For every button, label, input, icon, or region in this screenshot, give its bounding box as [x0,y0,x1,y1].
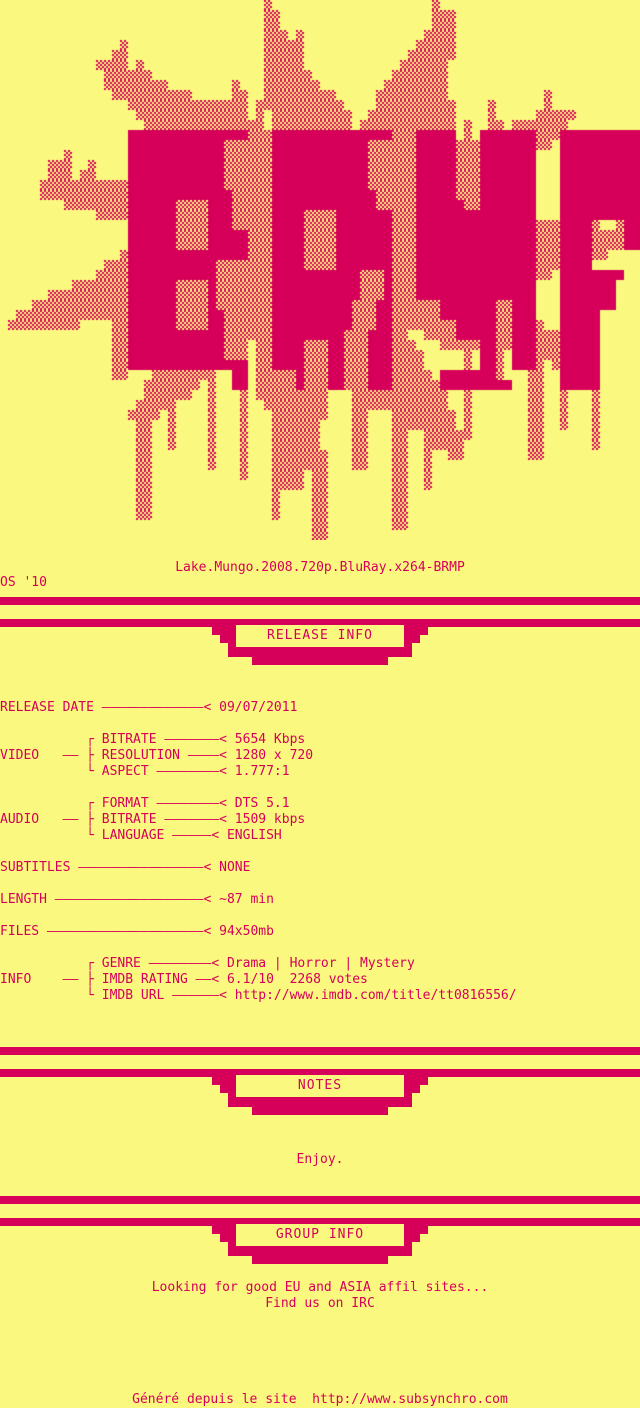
section-label: RELEASE INFO [236,625,404,647]
row-spacer [0,780,640,796]
row-spacer [0,844,640,860]
section-banner-release-info: RELEASE INFO [0,619,640,665]
section-banner-notes: NOTES [0,1069,640,1115]
section-label: GROUP INFO [236,1224,404,1246]
info-row: VIDEO —— ├ RESOLUTION ————< 1280 x 720 [0,748,314,763]
group-info-line-1: Looking for good EU and ASIA affil sites… [151,1280,489,1295]
banner-step [212,1077,228,1085]
divider-rule [0,1196,640,1204]
banner-step [412,1226,428,1234]
release-info-list: RELEASE DATE —————————————< 09/07/2011 ┌… [0,700,640,1004]
row-spacer [0,940,640,956]
info-row: └ IMDB URL ——————< http://www.imdb.com/t… [0,988,517,1003]
info-row: ┌ FORMAT ————————< DTS 5.1 [0,796,290,811]
info-row: AUDIO —— ├ BITRATE ———————< 1509 kbps [0,812,306,827]
banner-step [212,627,228,635]
banner-foot [252,657,388,665]
info-row: └ ASPECT ————————< 1.777:1 [0,764,290,779]
generated-by-footer: Généré depuis le site http://www.subsync… [132,1392,508,1407]
info-row: INFO —— ├ IMDB RATING ——< 6.1/10 2268 vo… [0,972,368,987]
info-row: SUBTITLES ————————————————< NONE [0,860,251,875]
divider-rule [0,597,640,605]
banner-step [412,1085,420,1093]
banner-step [220,1234,228,1242]
banner-step [412,1077,428,1085]
banner-step [412,627,428,635]
section-label: NOTES [236,1075,404,1097]
banner-foot [252,1256,388,1264]
section-banner-group-info: GROUP INFO [0,1218,640,1264]
row-spacer [0,876,640,892]
ascii-art-logo [0,0,640,540]
info-row: ┌ GENRE ————————< Drama | Horror | Myste… [0,956,415,971]
banner-step [220,1085,228,1093]
row-spacer [0,716,640,732]
banner-foot [252,1107,388,1115]
info-row: RELEASE DATE —————————————< 09/07/2011 [0,700,298,715]
info-row: FILES ————————————————————< 94x50mb [0,924,274,939]
row-spacer [0,908,640,924]
info-row: ┌ BITRATE ———————< 5654 Kbps [0,732,306,747]
banner-step [212,1226,228,1234]
notes-text: Enjoy. [296,1152,344,1167]
info-row: LENGTH ———————————————————< ~87 min [0,892,274,907]
banner-step [412,635,420,643]
artist-signature: OS '10 [0,575,47,590]
info-row: └ LANGUAGE —————< ENGLISH [0,828,282,843]
banner-step [220,635,228,643]
group-info-line-2: Find us on IRC [265,1296,375,1311]
banner-step [412,1234,420,1242]
divider-rule [0,1047,640,1055]
release-title: Lake.Mungo.2008.720p.BluRay.x264-BRMP [175,560,465,575]
